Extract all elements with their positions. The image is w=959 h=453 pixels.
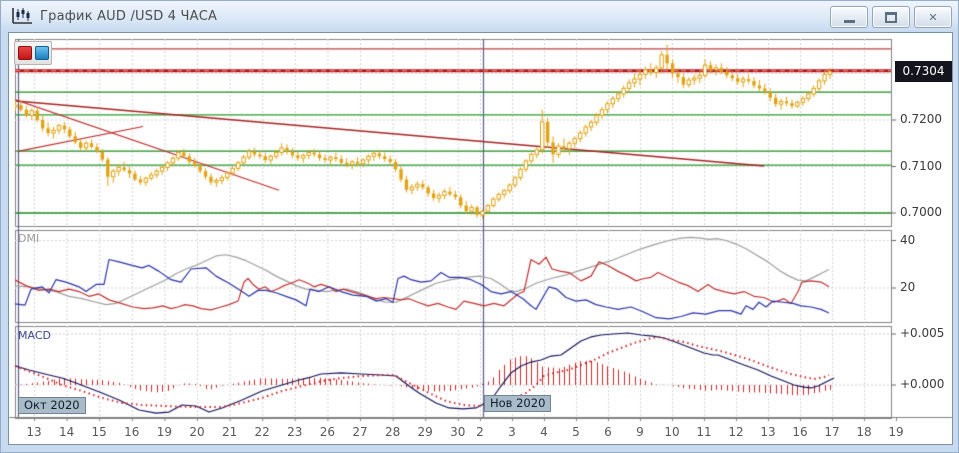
x-axis-label: 28 <box>385 425 400 439</box>
x-axis-label: 13 <box>760 425 775 439</box>
x-axis-label: 5 <box>572 425 580 439</box>
x-axis-label: 30 <box>450 425 465 439</box>
dmi-label: DMI <box>18 232 39 245</box>
x-axis-label: 3 <box>508 425 516 439</box>
x-axis-label: 16 <box>124 425 139 439</box>
x-axis-label: 19 <box>888 425 903 439</box>
window-title: График AUD /USD 4 ЧАСА <box>40 9 217 24</box>
y-axis-label: 40 <box>900 233 915 247</box>
y-axis-label: +0.000 <box>900 377 944 391</box>
y-axis-label: 20 <box>900 280 915 294</box>
x-axis-label: 6 <box>604 425 612 439</box>
month-label-nov: Нов 2020 <box>484 395 551 412</box>
x-axis-label: 12 <box>728 425 743 439</box>
x-axis-label: 4 <box>540 425 548 439</box>
minimize-button[interactable] <box>830 6 868 28</box>
blue-square-button[interactable] <box>35 46 49 60</box>
x-axis-label: 16 <box>792 425 807 439</box>
y-axis-label: 0.7000 <box>900 205 942 219</box>
macd-label: MACD <box>18 329 51 342</box>
x-axis-label: 9 <box>636 425 644 439</box>
chart-icon <box>11 7 33 25</box>
x-axis-label: 27 <box>352 425 367 439</box>
chart-canvas[interactable] <box>1 1 959 453</box>
y-axis-label: +0.005 <box>900 326 944 340</box>
x-axis-label: 29 <box>418 425 433 439</box>
x-axis-label: 18 <box>856 425 871 439</box>
x-axis-label: 21 <box>222 425 237 439</box>
chart-toolbar <box>14 41 52 65</box>
red-square-button[interactable] <box>18 46 32 60</box>
chart-window: 0.7304 DMI MACD Окт 2020 Нов 2020 13 14 15… <box>0 0 959 453</box>
x-axis-label: 2 <box>476 425 484 439</box>
restore-button[interactable] <box>872 6 910 28</box>
x-axis-label: 13 <box>26 425 41 439</box>
minimize-icon <box>844 20 855 23</box>
x-axis-label: 15 <box>92 425 107 439</box>
titlebar: График AUD /USD 4 ЧАСА ✕ <box>1 1 958 31</box>
x-axis-label: 19 <box>157 425 172 439</box>
x-axis-label: 22 <box>255 425 270 439</box>
close-icon: ✕ <box>928 12 937 23</box>
x-axis-label: 11 <box>696 425 711 439</box>
restore-icon <box>885 12 897 23</box>
x-axis-label: 10 <box>664 425 679 439</box>
current-price-tag: 0.7304 <box>895 61 952 82</box>
close-button[interactable]: ✕ <box>914 6 952 28</box>
x-axis-label: 20 <box>189 425 204 439</box>
x-axis-label: 17 <box>824 425 839 439</box>
x-axis-label: 23 <box>287 425 302 439</box>
y-axis-label: 0.7100 <box>900 159 942 173</box>
x-axis-label: 26 <box>320 425 335 439</box>
y-axis-label: 0.7200 <box>900 112 942 126</box>
x-axis-label: 14 <box>59 425 74 439</box>
month-label-oct: Окт 2020 <box>18 397 86 414</box>
